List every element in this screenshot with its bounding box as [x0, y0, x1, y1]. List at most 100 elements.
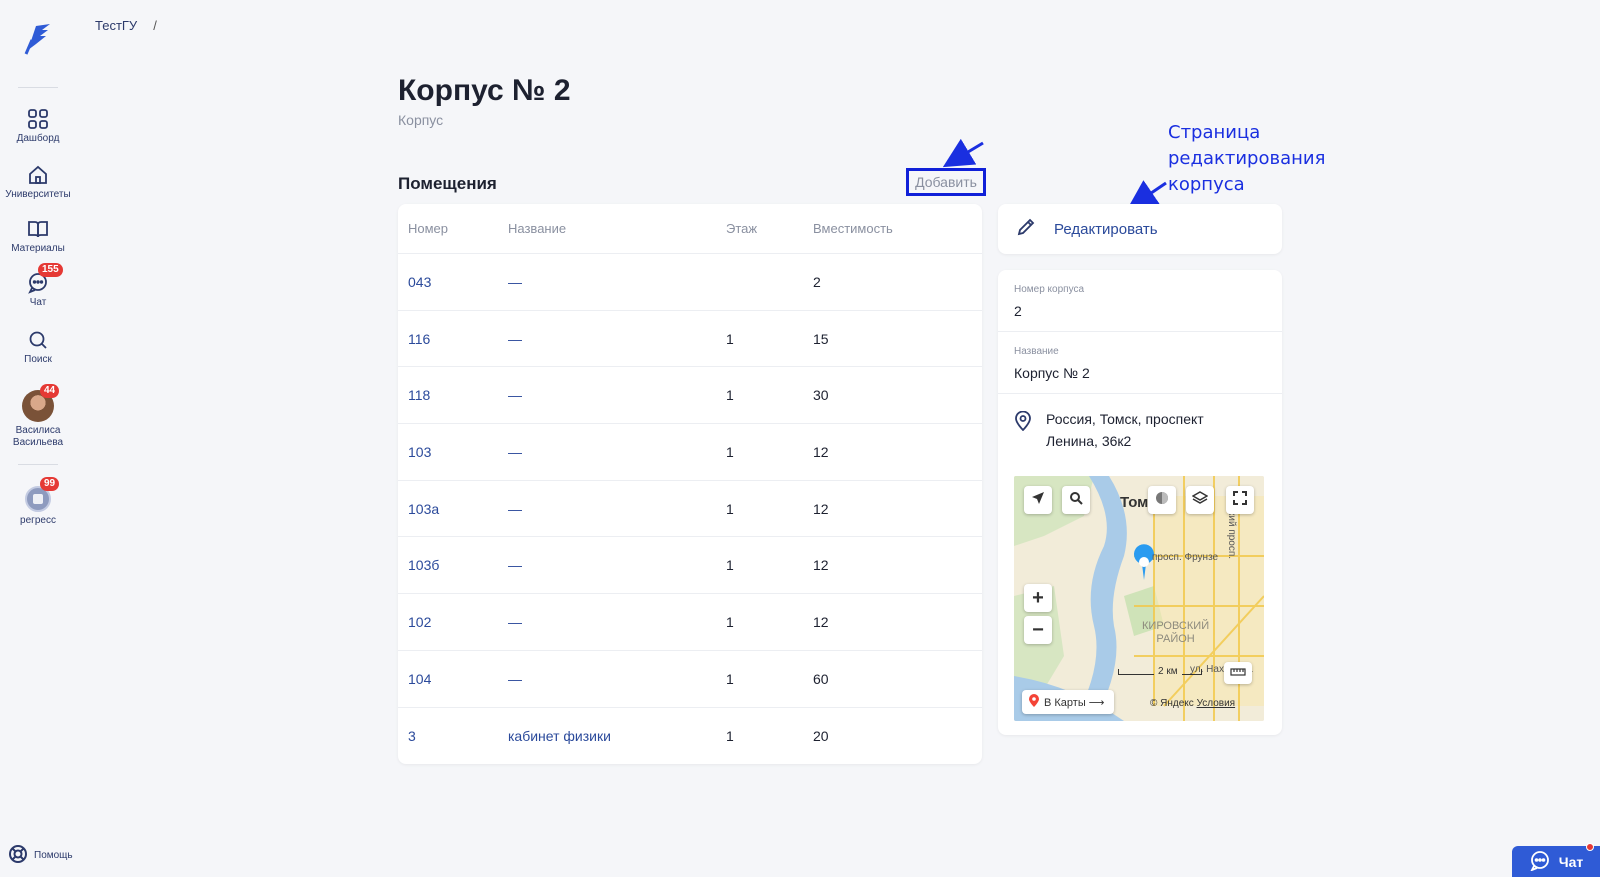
room-capacity: 12 [813, 443, 829, 460]
room-number[interactable]: 118 [398, 387, 498, 403]
scale-label: 2 км [1158, 666, 1178, 677]
room-floor: 1 [726, 670, 734, 687]
room-number[interactable]: 104 [398, 671, 498, 687]
search-icon [1069, 491, 1083, 510]
address-line: Ленина, 36к2 [1046, 433, 1132, 449]
map-city-label: Том [1120, 494, 1149, 511]
scale-bar [1118, 668, 1154, 675]
table-header: Номер Название Этаж Вместимость [398, 204, 982, 254]
room-floor: 1 [726, 500, 734, 517]
map-district-line: КИРОВСКИЙ [1142, 620, 1210, 632]
field-label: Номер корпуса [1014, 284, 1085, 295]
zoom-in-button[interactable]: + [1024, 584, 1052, 612]
ruler-icon [1230, 664, 1246, 682]
map-scale: 2 км [1118, 666, 1202, 677]
table-row[interactable]: 116 — 1 15 [398, 311, 982, 368]
edit-label: Редактировать [1054, 220, 1158, 238]
chat-widget-button[interactable]: Чат [1512, 843, 1600, 877]
room-capacity: 60 [813, 670, 829, 687]
fullscreen-button[interactable] [1226, 486, 1254, 514]
karty-label: В Карты ⟶ [1044, 696, 1105, 709]
table-row[interactable]: 118 — 1 30 [398, 367, 982, 425]
room-capacity: 30 [813, 387, 829, 404]
minus-icon: − [1032, 618, 1044, 641]
room-name: — [508, 557, 522, 574]
ruler-button[interactable] [1224, 662, 1252, 684]
table-row[interactable]: 103а — 1 12 [398, 481, 982, 538]
copyright-text: © Яндекс [1150, 698, 1194, 709]
room-name: — [508, 670, 522, 687]
plus-icon: + [1032, 586, 1044, 609]
map[interactable]: Том просп. Фрунзе ский просп. КИРОВСКИЙ … [1014, 476, 1264, 721]
room-capacity: 12 [813, 500, 829, 517]
field-value: Корпус № 2 [1014, 365, 1090, 381]
traffic-icon [1155, 491, 1169, 510]
traffic-button[interactable] [1148, 486, 1176, 514]
annotation-line: корпуса [1168, 174, 1245, 195]
room-name[interactable]: кабинет физики [498, 728, 716, 744]
room-capacity: 15 [813, 330, 829, 347]
map-pin-red-icon [1028, 693, 1040, 711]
col-floor[interactable]: Этаж [716, 221, 803, 236]
room-number[interactable]: 043 [398, 274, 498, 290]
map-street-label: просп. Фрунзе [1152, 552, 1219, 563]
room-number[interactable]: 3 [398, 728, 498, 744]
open-in-maps-button[interactable]: В Карты ⟶ [1022, 690, 1114, 714]
location-pin-icon [1014, 410, 1032, 452]
rooms-table: Номер Название Этаж Вместимость 043 — 2 … [398, 204, 982, 764]
terms-link[interactable]: Условия [1197, 698, 1236, 709]
address: Россия, Томск, проспект Ленина, 36к2 [998, 394, 1282, 466]
room-floor: 1 [726, 613, 734, 630]
col-number[interactable]: Номер [398, 221, 498, 236]
room-floor: 1 [726, 557, 734, 574]
pencil-icon [1016, 217, 1036, 242]
room-name: — [508, 613, 522, 630]
table-row[interactable]: 102 — 1 12 [398, 594, 982, 651]
room-capacity: 12 [813, 557, 829, 574]
room-floor: 1 [726, 443, 734, 460]
room-name: — [508, 500, 522, 517]
table-row[interactable]: 104 — 1 60 [398, 651, 982, 708]
annotation-arrow-add [942, 138, 984, 168]
room-name: — [508, 443, 522, 460]
map-district-label: КИРОВСКИЙ РАЙОН [1142, 620, 1209, 646]
chat-notification-dot [1586, 843, 1594, 851]
layers-button[interactable] [1186, 486, 1214, 514]
map-search-button[interactable] [1062, 486, 1090, 514]
zoom-out-button[interactable]: − [1024, 616, 1052, 644]
room-floor: 1 [726, 330, 734, 347]
expand-icon [1233, 490, 1247, 510]
map-copyright: © Яндекс Условия [1150, 698, 1235, 709]
scale-bar [1181, 668, 1202, 675]
room-capacity: 2 [813, 273, 821, 290]
room-name: — [508, 330, 522, 347]
room-floor: 1 [726, 727, 734, 744]
room-name: — [508, 273, 522, 290]
layers-icon [1191, 490, 1209, 511]
field-value: 2 [1014, 303, 1022, 319]
room-number[interactable]: 103 [398, 444, 498, 460]
field-building-name: Название Корпус № 2 [998, 332, 1282, 394]
room-number[interactable]: 102 [398, 614, 498, 630]
col-name[interactable]: Название [498, 221, 716, 236]
edit-building-button[interactable]: Редактировать [998, 204, 1282, 254]
navigation-arrow-icon [1031, 491, 1045, 510]
col-capacity[interactable]: Вместимость [803, 221, 982, 236]
annotation-text: Страница редактирования корпуса [1168, 120, 1325, 198]
geolocation-button[interactable] [1024, 486, 1052, 514]
field-label: Название [1014, 346, 1059, 357]
room-number[interactable]: 103а [398, 501, 498, 517]
table-row[interactable]: 3 кабинет физики 1 20 [398, 708, 982, 765]
room-number[interactable]: 116 [398, 331, 498, 347]
room-name: — [508, 387, 522, 404]
table-row[interactable]: 103б — 1 12 [398, 537, 982, 595]
field-building-number: Номер корпуса 2 [998, 270, 1282, 332]
chat-widget-label: Чат [1558, 854, 1584, 870]
address-line: Россия, Томск, проспект [1046, 411, 1204, 427]
map-district-line: РАЙОН [1156, 633, 1195, 645]
chat-bubble-icon [1529, 850, 1551, 874]
building-info-card: Номер корпуса 2 Название Корпус № 2 Росс… [998, 270, 1282, 735]
table-row[interactable]: 103 — 1 12 [398, 424, 982, 481]
table-row[interactable]: 043 — 2 [398, 254, 982, 311]
room-number[interactable]: 103б [398, 557, 498, 573]
